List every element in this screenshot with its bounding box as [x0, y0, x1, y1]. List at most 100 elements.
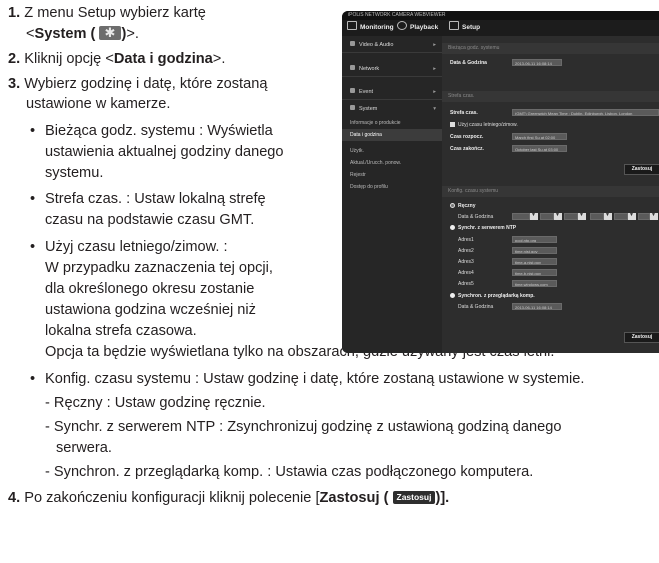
event-icon [350, 88, 355, 93]
sidebar-item-network[interactable]: Network ▸ [342, 62, 442, 77]
dst-start-label: Czas rozpocz. [450, 134, 484, 140]
dash-1: - Ręczny : Ustaw godzinę ręcznie. [45, 395, 266, 411]
timezone-label: Strefa czas. [450, 110, 478, 116]
sidebar-item-system[interactable]: System ▾ [342, 102, 442, 117]
dash-3: - Synchron. z przeglądarką komp. : Ustaw… [45, 464, 534, 480]
sidebar-sub-product-info[interactable]: Informacje o produkcie [342, 117, 442, 129]
step-4: 4. Po zakończeniu konfiguracji kliknij p… [8, 490, 450, 506]
ntp-address4-label: Adres4 [458, 270, 474, 276]
dash-2-line2: serwera. [56, 440, 112, 456]
ntp-address5-field[interactable]: time.windows.com [512, 280, 557, 287]
ntp-address2-field[interactable]: time.nist.gov [512, 247, 557, 254]
ntp-address3-field[interactable]: time-a.nist.gov [512, 258, 557, 265]
bullet-3-line3: dla określonego okresu zostanie [45, 281, 255, 297]
tab-monitoring[interactable]: Monitoring [347, 20, 394, 36]
webviewer-screenshot: iPOLiS NETWORK CAMERA WEBVIEWER Monitori… [342, 11, 659, 353]
sidebar-sub-date-time[interactable]: Data i godzina [342, 129, 442, 141]
radio-ntp[interactable] [450, 225, 455, 230]
bullet-dot: • [30, 239, 36, 255]
bullet-1-line2: ustawienia aktualnej godziny danego [45, 144, 284, 160]
dropdown-icon[interactable] [530, 212, 538, 220]
setup-sidebar [342, 36, 442, 353]
setup-gear-icon [449, 21, 459, 30]
bullet-1-line1: Bieżąca godz. systemu : Wyświetla [45, 123, 273, 139]
dst-end-label: Czas zakończ. [450, 146, 484, 152]
manual-second-field[interactable] [638, 213, 650, 220]
apply-button-icon: Zastosuj [392, 491, 436, 504]
dash-2-line1: - Synchr. z serwerem NTP : Zsynchronizuj… [45, 419, 562, 435]
playback-icon [397, 21, 407, 30]
manual-year-field[interactable] [512, 213, 530, 220]
sidebar-sub-user[interactable]: Użytk. [342, 145, 442, 157]
sidebar-item-video-audio[interactable]: Video & Audio ▸ [342, 38, 442, 53]
tab-playback[interactable]: Playback [397, 20, 438, 36]
radio-manual-label: Ręczny [458, 203, 476, 209]
chevron-right-icon: ▸ [433, 42, 436, 48]
dst-checkbox[interactable] [450, 122, 455, 127]
ntp-address1-field[interactable]: pool.ntp.org [512, 236, 557, 243]
pc-date-value: 2013-06-11 16:08:14 [512, 303, 562, 310]
dropdown-icon[interactable] [628, 212, 636, 220]
manual-hour-field[interactable] [590, 213, 604, 220]
tab-setup[interactable]: Setup [449, 20, 480, 36]
step-3-line2: ustawione w kamerze. [26, 96, 171, 112]
ntp-address1-label: Adres1 [458, 237, 474, 243]
webviewer-topbar: iPOLiS NETWORK CAMERA WEBVIEWER [342, 11, 659, 20]
current-time-value: 2013-06-11 16:08:14 [512, 59, 562, 66]
bullet-dot: • [30, 123, 36, 139]
section-timezone: Strefa czas. [442, 91, 659, 102]
pc-date-label: Data & Godzina [458, 304, 494, 310]
bullet-1-line3: systemu. [45, 165, 104, 181]
ntp-address2-label: Adres2 [458, 248, 474, 254]
dropdown-icon[interactable] [578, 212, 586, 220]
ntp-address5-label: Adres5 [458, 281, 474, 287]
bullet-3-line4: ustawiona godzina wcześniej niż [45, 302, 256, 318]
dropdown-icon[interactable] [604, 212, 612, 220]
manual-date-label: Data & Godzina [458, 214, 494, 220]
bullet-2-line2: czasu na podstawie czasu GMT. [45, 212, 255, 228]
section-system-time-config: Konfig. czasu systemu [442, 186, 659, 197]
step-1-line2: <System ( )>. [26, 23, 139, 44]
radio-manual[interactable] [450, 203, 455, 208]
dst-end-field[interactable]: October last Su at 03:00 [512, 145, 567, 152]
network-icon [350, 65, 355, 70]
bullet-dot: • [30, 191, 36, 207]
manual-month-field[interactable] [540, 213, 554, 220]
ntp-address4-field[interactable]: time-b.nist.gov [512, 269, 557, 276]
sidebar-sub-profile-access[interactable]: Dostęp do profilu [342, 181, 442, 193]
chevron-down-icon: ▾ [433, 106, 436, 112]
dst-checkbox-label: Użyj czasu letniego/zimow. [458, 122, 518, 128]
chevron-right-icon: ▸ [433, 66, 436, 72]
radio-ntp-label: Synchr. z serwerem NTP [458, 225, 517, 231]
video-icon [350, 41, 355, 46]
timezone-select[interactable]: (GMT) Greenwich Mean Time : Dublin, Edin… [512, 109, 659, 116]
manual-day-field[interactable] [564, 213, 578, 220]
sidebar-item-event[interactable]: Event ▸ [342, 85, 442, 100]
gear-icon [99, 23, 122, 43]
dropdown-icon[interactable] [650, 212, 658, 220]
system-gear-icon [350, 105, 355, 110]
step-3: 3. Wybierz godzinę i datę, które zostaną [8, 76, 268, 92]
chevron-right-icon: ▸ [433, 89, 436, 95]
section-current-time: Bieżąca godz. systemu [442, 43, 659, 54]
bullet-4: Konfig. czasu systemu : Ustaw godzinę i … [45, 371, 585, 387]
dropdown-icon[interactable] [554, 212, 562, 220]
ntp-address3-label: Adres3 [458, 259, 474, 265]
dst-start-field[interactable]: March first Su at 02:00 [512, 133, 567, 140]
bullet-3-line2: W przypadku zaznaczenia tej opcji, [45, 260, 273, 276]
radio-pc-sync[interactable] [450, 293, 455, 298]
step-1: 1. Z menu Setup wybierz kartę [8, 5, 206, 21]
apply-button[interactable]: Zastosuj [624, 164, 659, 175]
step-2: 2. Kliknij opcję <Data i godzina>. [8, 51, 226, 67]
sidebar-sub-upgrade-reboot[interactable]: Aktual./Urucch. ponow. [342, 157, 442, 169]
sidebar-sub-log[interactable]: Rejestr [342, 169, 442, 181]
radio-pc-sync-label: Synchron. z przeglądarką komp. [458, 293, 535, 299]
manual-minute-field[interactable] [614, 213, 628, 220]
bullet-dot: • [30, 371, 36, 387]
apply-button-2[interactable]: Zastosuj [624, 332, 659, 343]
monitor-icon [347, 21, 357, 30]
manual-page: 1. Z menu Setup wybierz kartę <System ( … [0, 0, 659, 563]
current-time-label: Data & Godzina [450, 60, 487, 66]
bullet-2-line1: Strefa czas. : Ustaw lokalną strefę [45, 191, 266, 207]
bullet-3-line1: Użyj czasu letniego/zimow. : [45, 239, 228, 255]
